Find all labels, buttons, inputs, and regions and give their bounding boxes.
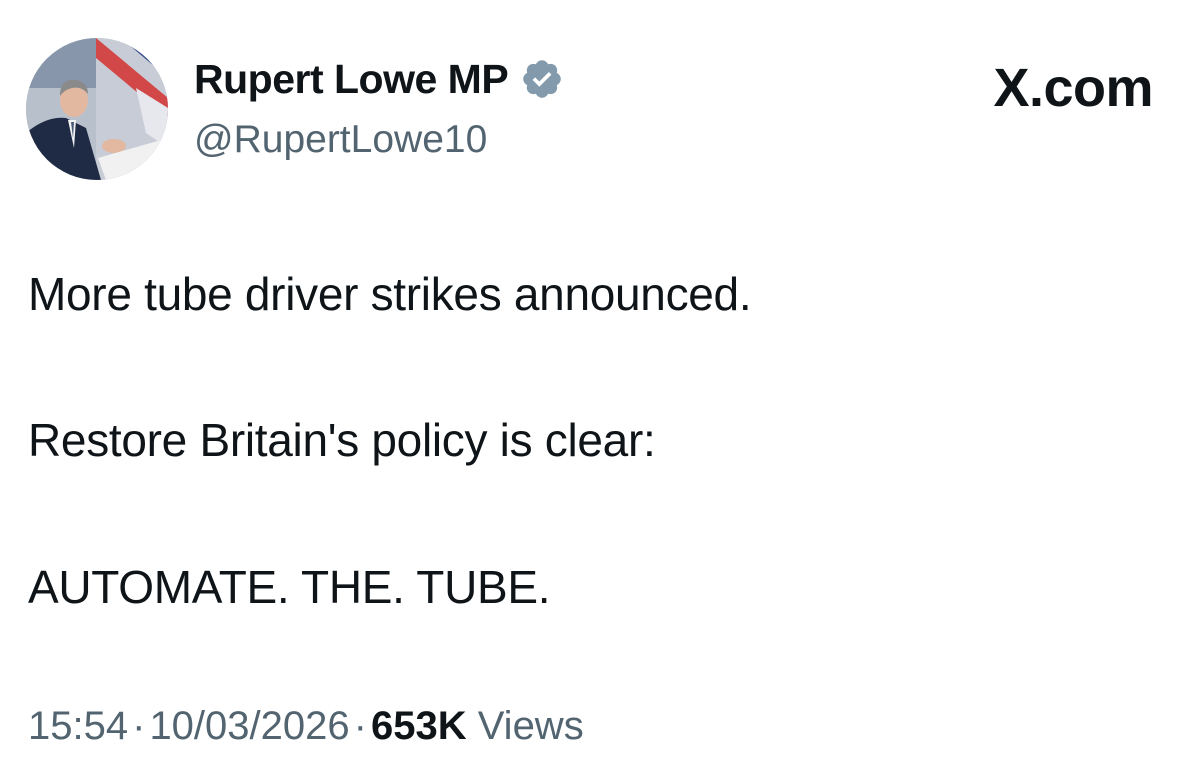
meta-separator: · [353,704,367,748]
avatar-photo [26,38,168,180]
views-label: Views [477,704,584,748]
author-display-name[interactable]: Rupert Lowe MP [194,54,509,104]
views-count[interactable]: 653K [371,704,467,748]
meta-separator: · [132,704,146,748]
avatar[interactable] [26,38,168,180]
tweet-text-line: AUTOMATE. THE. TUBE. [28,561,551,613]
tweet-date[interactable]: 10/03/2026 [149,704,349,748]
verified-badge-icon[interactable] [520,57,564,101]
tweet-time[interactable]: 15:54 [28,704,128,748]
tweet-text-line: Restore Britain's policy is clear: [28,414,656,466]
brand-watermark: X.com [993,58,1153,118]
tweet-text-line: More tube driver strikes announced. [28,268,752,320]
author-name-row: Rupert Lowe MP [194,54,564,104]
tweet-meta: 15:54 · 10/03/2026 · 653K Views [28,702,584,750]
author-handle[interactable]: @RupertLowe10 [194,116,487,164]
